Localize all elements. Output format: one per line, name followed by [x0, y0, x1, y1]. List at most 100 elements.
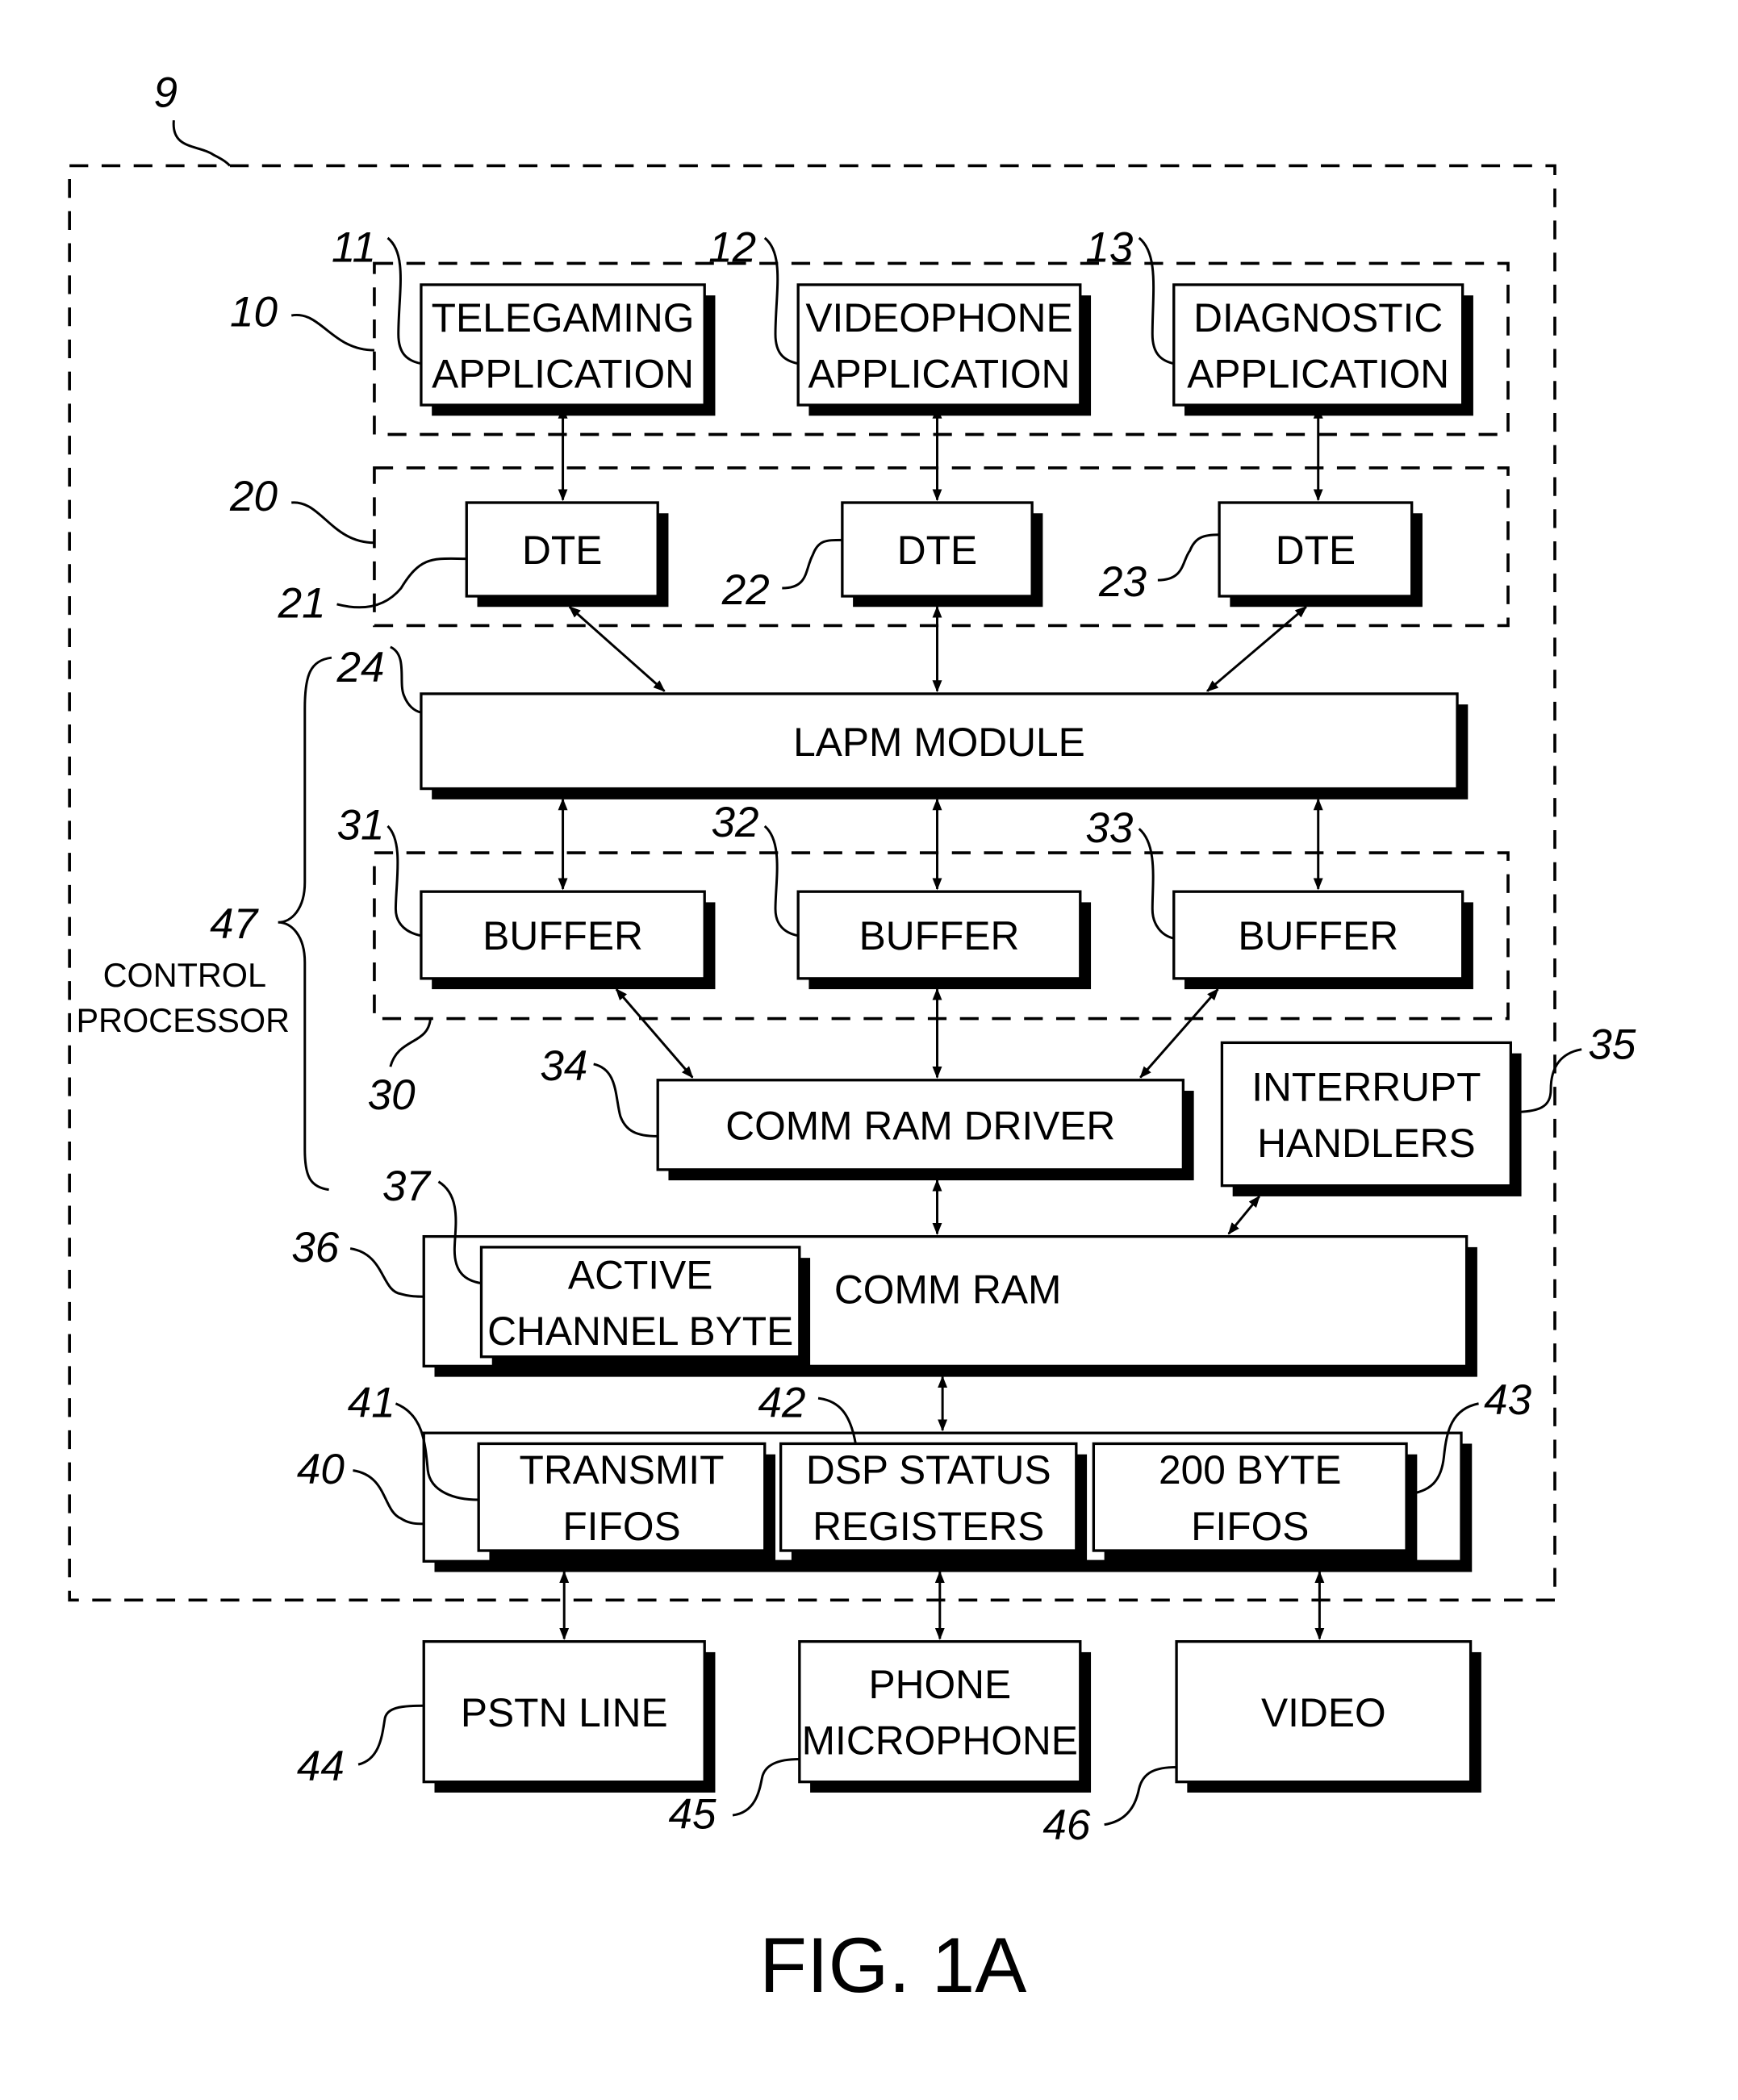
block-telegaming: TELEGAMING APPLICATION 11	[332, 224, 716, 416]
patent-figure: 9 10 20 30 47 CONTROL PROCESSOR 40 TELEGA…	[68, 69, 1636, 2009]
connector-dte1-to-lapm	[568, 606, 666, 692]
ref-label-applications: 10	[230, 288, 278, 336]
ref-label-dte3: 23	[1098, 558, 1147, 606]
ref-label-buffer2: 32	[711, 799, 758, 846]
active-channel-byte-label-line2: CHANNEL BYTE	[487, 1309, 793, 1354]
leader-line-buffer2	[763, 825, 799, 937]
block-lapm: LAPM MODULE 24	[336, 644, 1469, 800]
interrupt-handlers-label-line1: INTERRUPT	[1251, 1064, 1481, 1109]
buffer3-label-line1: BUFFER	[1238, 913, 1398, 958]
leader-line-dte2	[782, 538, 842, 590]
video-label-line1: VIDEO	[1261, 1690, 1386, 1735]
diagnostic-label-line1: DIAGNOSTIC	[1193, 295, 1443, 340]
videophone-label-line1: VIDEOPHONE	[805, 295, 1072, 340]
leader-line-videophone	[763, 236, 799, 365]
ref-label-pstn-line: 44	[297, 1743, 345, 1790]
block-phone-microphone: PHONE MICROPHONE 45	[668, 1640, 1092, 1839]
block-interrupt-handlers: INTERRUPT HANDLERS 35	[1220, 1021, 1636, 1196]
block-transmit-fifos: TRANSMIT FIFOS 41	[348, 1379, 776, 1562]
leader-line-telegaming	[386, 236, 422, 365]
block-dte2: DTE 22	[721, 501, 1043, 614]
ref-label-control-processor: 47	[210, 900, 259, 948]
ref-label-buffers: 30	[368, 1071, 416, 1119]
leader-line-fifos	[353, 1469, 424, 1526]
transmit-fifos-label-line1: TRANSMIT	[519, 1447, 724, 1493]
ref-label-diagnostic: 13	[1085, 224, 1133, 272]
connector-interrupt-to-commram	[1227, 1195, 1260, 1235]
ref-label-telegaming: 11	[332, 224, 376, 272]
block-dte1: DTE 21	[278, 501, 669, 627]
ref-label-byte-fifos: 43	[1484, 1376, 1531, 1424]
ref-label-videophone: 12	[708, 224, 756, 272]
telegaming-label-line1: TELEGAMING	[432, 295, 695, 340]
ref-label-fifos: 40	[297, 1446, 345, 1493]
active-channel-byte-label-line1: ACTIVE	[568, 1252, 712, 1297]
buffer1-label-line1: BUFFER	[483, 913, 643, 958]
block-pstn-line: PSTN LINE 44	[297, 1640, 716, 1793]
leader-line-lapm	[390, 645, 422, 714]
interrupt-handlers-label-line2: HANDLERS	[1257, 1121, 1476, 1166]
leader-line-diagnostic	[1138, 236, 1175, 365]
ref-label-comm-ram-driver: 34	[540, 1042, 587, 1090]
ref-label-dte1: 21	[278, 579, 326, 627]
block-dsp-status-registers: DSP STATUS REGISTERS 42	[758, 1379, 1088, 1562]
ref-label-system: 9	[154, 69, 178, 117]
leader-line-buffer3	[1138, 828, 1175, 940]
block-comm-ram-driver: COMM RAM DRIVER 34	[540, 1042, 1194, 1181]
ref-label-dte2: 22	[721, 566, 770, 614]
ref-label-active-channel-byte: 37	[382, 1163, 432, 1210]
leader-line-applications	[290, 313, 374, 352]
diagnostic-label-line2: APPLICATION	[1187, 352, 1449, 397]
block-video: VIDEO 46	[1042, 1640, 1481, 1849]
block-videophone: VIDEOPHONE APPLICATION 12	[708, 224, 1092, 416]
leaders-layer	[336, 236, 1582, 1827]
transmit-fifos-label-line2: FIFOS	[562, 1504, 680, 1549]
ref-label-comm-ram: 36	[291, 1224, 339, 1271]
block-buffer2: BUFFER 32	[711, 799, 1092, 990]
leader-line-pstn-line	[357, 1704, 424, 1766]
dte2-label-line1: DTE	[897, 528, 977, 573]
connector-dte3-to-lapm	[1206, 606, 1307, 692]
leader-line-buffer1	[386, 825, 422, 937]
leader-line-video	[1104, 1765, 1177, 1827]
buffer2-label-line1: BUFFER	[859, 913, 1020, 958]
connector-buffer3-to-driver	[1139, 987, 1219, 1079]
leader-line-comm-ram	[349, 1247, 424, 1298]
ref-label-dtes: 20	[229, 473, 278, 520]
ref-label-dsp-status-registers: 42	[758, 1379, 805, 1426]
comm-ram-label-line1: COMM RAM	[834, 1267, 1062, 1312]
leader-line-buffers	[389, 1018, 432, 1067]
byte-fifos-label-line2: FIFOS	[1191, 1504, 1309, 1549]
ref-label-interrupt-handlers: 35	[1588, 1021, 1636, 1068]
control-processor-label-line1: CONTROL	[103, 957, 266, 994]
lapm-label-line1: LAPM MODULE	[793, 720, 1085, 765]
leader-line-dte1	[336, 557, 467, 609]
leader-line-system	[172, 119, 232, 167]
ref-label-transmit-fifos: 41	[348, 1379, 395, 1426]
control-processor-label-line2: PROCESSOR	[76, 1002, 290, 1039]
ref-label-phone-microphone: 45	[668, 1791, 716, 1839]
block-dte3: DTE 23	[1098, 501, 1423, 607]
dsp-status-registers-label-line2: REGISTERS	[813, 1504, 1044, 1549]
dsp-status-registers-label-line1: DSP STATUS	[806, 1447, 1051, 1493]
pstn-line-label-line1: PSTN LINE	[461, 1690, 668, 1735]
block-diagnostic: DIAGNOSTIC APPLICATION 13	[1085, 224, 1473, 416]
videophone-label-line2: APPLICATION	[808, 352, 1071, 397]
phone-microphone-label-line1: PHONE	[868, 1662, 1011, 1707]
ref-label-video: 46	[1042, 1801, 1090, 1849]
leader-line-phone-microphone	[732, 1757, 800, 1817]
dte3-label-line1: DTE	[1276, 528, 1356, 573]
leader-line-comm-ram-driver	[593, 1063, 658, 1138]
ref-label-lapm: 24	[336, 644, 385, 691]
block-buffer1: BUFFER 31	[337, 802, 716, 990]
ref-label-buffer3: 33	[1085, 804, 1133, 852]
byte-fifos-label-line1: 200 BYTE	[1159, 1447, 1341, 1493]
leader-line-dte3	[1157, 533, 1220, 582]
telegaming-label-line2: APPLICATION	[432, 352, 694, 397]
ref-label-buffer1: 31	[337, 802, 385, 850]
figure-caption: FIG. 1A	[759, 1923, 1026, 2009]
connector-buffer1-to-driver	[615, 987, 694, 1079]
leader-line-dtes	[291, 501, 374, 545]
phone-microphone-label-line2: MICROPHONE	[802, 1718, 1078, 1764]
block-comm-ram: COMM RAM 36	[291, 1224, 1477, 1377]
